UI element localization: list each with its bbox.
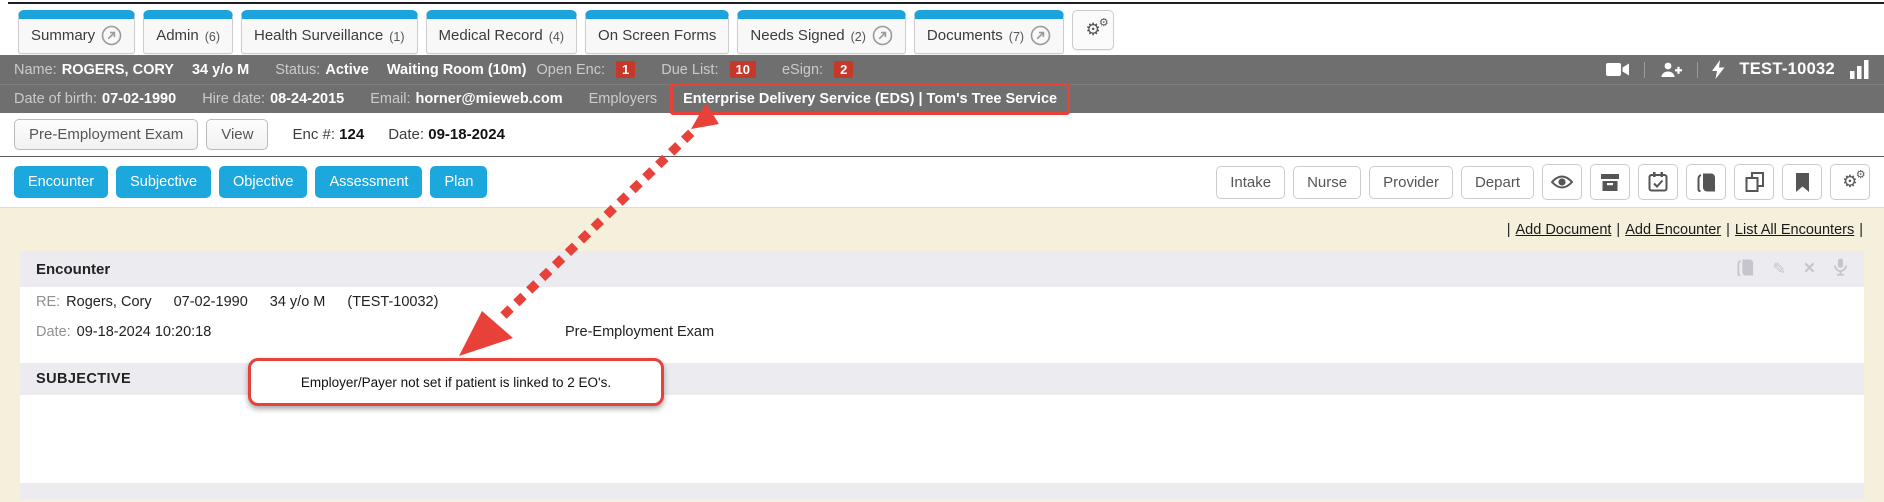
tab-admin[interactable]: Admin(6) bbox=[143, 10, 233, 54]
section-button-objective[interactable]: Objective bbox=[219, 166, 307, 198]
encounter-strip: Pre-Employment Exam View Enc #: 124 Date… bbox=[0, 113, 1884, 157]
preview-eye-button[interactable] bbox=[1542, 164, 1582, 200]
chart-content-area: |Add Document|Add Encounter|List All Enc… bbox=[0, 207, 1884, 502]
open-enc-badge[interactable]: 1 bbox=[616, 61, 635, 78]
calendar-check-icon bbox=[1648, 172, 1668, 192]
stage-button-depart[interactable]: Depart bbox=[1461, 166, 1534, 199]
patient-status: Active bbox=[325, 62, 369, 78]
hire-date-label: Hire date: bbox=[202, 91, 265, 107]
archive-box-icon bbox=[1600, 173, 1620, 192]
encounter-re-row: RE: Rogers, Cory 07-02-1990 34 y/o M (TE… bbox=[20, 287, 1864, 317]
email-value: horner@mieweb.com bbox=[416, 91, 563, 107]
esign-label: eSign: bbox=[782, 62, 823, 78]
employers-value[interactable]: Enterprise Delivery Service (EDS) | Tom'… bbox=[683, 91, 1057, 107]
section-button-encounter[interactable]: Encounter bbox=[14, 166, 108, 198]
stage-button-nurse[interactable]: Nurse bbox=[1293, 166, 1361, 199]
re-patient-name: Rogers, Cory bbox=[66, 294, 151, 310]
add-contact-icon[interactable] bbox=[1659, 61, 1683, 79]
gear-icon: ⚙⚙ bbox=[1842, 174, 1857, 191]
visit-type: Pre-Employment Exam bbox=[565, 324, 714, 340]
name-label: Name: bbox=[14, 62, 57, 78]
next-section-band bbox=[20, 483, 1864, 499]
re-age-sex: 34 y/o M bbox=[270, 294, 326, 310]
video-camera-icon[interactable] bbox=[1606, 61, 1630, 78]
encounter-panel-header: Encounter ✎ × bbox=[20, 251, 1864, 287]
dob-value: 07-02-1990 bbox=[102, 91, 176, 107]
employers-label: Employers bbox=[589, 91, 658, 107]
microphone-icon[interactable] bbox=[1833, 258, 1848, 280]
patient-name: ROGERS, CORY bbox=[62, 62, 174, 78]
patient-age-sex: 34 y/o M bbox=[192, 62, 249, 78]
section-button-plan[interactable]: Plan bbox=[430, 166, 487, 198]
date-label: Date: bbox=[36, 324, 71, 340]
action-links: |Add Document|Add Encounter|List All Enc… bbox=[0, 208, 1884, 238]
schedule-button[interactable] bbox=[1638, 164, 1678, 200]
book-icon bbox=[1697, 173, 1716, 192]
tab-on-screen-forms[interactable]: On Screen Forms bbox=[585, 10, 729, 54]
subjective-section-body bbox=[20, 395, 1864, 483]
section-button-assessment[interactable]: Assessment bbox=[315, 166, 422, 198]
gear-icon: ⚙⚙ bbox=[1085, 22, 1100, 39]
waiting-room-status: Waiting Room (10m) bbox=[387, 62, 527, 78]
view-document-icon[interactable] bbox=[1737, 259, 1754, 280]
bar-chart-icon[interactable] bbox=[1849, 60, 1870, 79]
due-list-badge[interactable]: 10 bbox=[730, 61, 756, 78]
email-label: Email: bbox=[370, 91, 410, 107]
encounter-number: Enc #: 124 bbox=[292, 126, 364, 143]
tab-needs-signed[interactable]: Needs Signed(2) bbox=[737, 10, 906, 54]
patient-summary-bar: Name: ROGERS, CORY 34 y/o M Status: Acti… bbox=[0, 55, 1884, 84]
tab-health-surveillance[interactable]: Health Surveillance(1) bbox=[241, 10, 418, 54]
section-nav: EncounterSubjectiveObjectiveAssessmentPl… bbox=[14, 166, 487, 198]
bookmark-button[interactable] bbox=[1782, 164, 1822, 200]
section-button-subjective[interactable]: Subjective bbox=[116, 166, 211, 198]
archive-button[interactable] bbox=[1590, 164, 1630, 200]
stage-button-intake[interactable]: Intake bbox=[1216, 166, 1285, 199]
stage-nav: IntakeNurseProviderDepart bbox=[1216, 166, 1534, 199]
re-chart-id: (TEST-10032) bbox=[347, 294, 438, 310]
popout-icon bbox=[101, 25, 122, 46]
tab-summary[interactable]: Summary bbox=[18, 10, 135, 54]
stage-button-provider[interactable]: Provider bbox=[1369, 166, 1453, 199]
divider bbox=[1644, 62, 1645, 78]
lightning-icon[interactable] bbox=[1712, 60, 1725, 79]
tab-documents[interactable]: Documents(7) bbox=[914, 10, 1064, 54]
link-add-encounter[interactable]: Add Encounter bbox=[1625, 222, 1721, 238]
view-button[interactable]: View bbox=[206, 119, 268, 150]
popout-icon bbox=[872, 25, 893, 46]
annotation-callout: Employer/Payer not set if patient is lin… bbox=[248, 358, 664, 406]
divider bbox=[1697, 62, 1698, 78]
encounter-datetime: 09-18-2024 10:20:18 bbox=[77, 324, 212, 340]
copy-button[interactable] bbox=[1734, 164, 1774, 200]
re-label: RE: bbox=[36, 294, 60, 310]
chart-tab-strip: SummaryAdmin(6)Health Surveillance(1)Med… bbox=[18, 10, 1064, 54]
due-list-label: Due List: bbox=[661, 62, 718, 78]
encounter-date-row: Date: 09-18-2024 10:20:18 Pre-Employment… bbox=[20, 317, 1864, 347]
chart-id: TEST-10032 bbox=[1739, 60, 1835, 79]
link-add-document[interactable]: Add Document bbox=[1516, 222, 1612, 238]
popout-icon bbox=[1030, 25, 1051, 46]
tab-medical-record[interactable]: Medical Record(4) bbox=[426, 10, 578, 54]
eye-icon bbox=[1551, 174, 1573, 190]
re-dob: 07-02-1990 bbox=[174, 294, 248, 310]
encounter-type-button[interactable]: Pre-Employment Exam bbox=[14, 119, 198, 150]
chart-notes-button[interactable] bbox=[1686, 164, 1726, 200]
employers-value-highlight: Enterprise Delivery Service (EDS) | Tom'… bbox=[670, 83, 1070, 115]
esign-badge[interactable]: 2 bbox=[834, 61, 853, 78]
encounter-date: Date: 09-18-2024 bbox=[388, 126, 505, 143]
bookmark-icon bbox=[1795, 173, 1810, 192]
hire-date-value: 08-24-2015 bbox=[270, 91, 344, 107]
encounter-toolbar: EncounterSubjectiveObjectiveAssessmentPl… bbox=[0, 157, 1884, 207]
chart-tab-bar: SummaryAdmin(6)Health Surveillance(1)Med… bbox=[0, 4, 1884, 55]
panel-title: Encounter bbox=[36, 261, 110, 278]
link-list-all-encounters[interactable]: List All Encounters bbox=[1735, 222, 1854, 238]
copy-pages-icon bbox=[1745, 172, 1764, 192]
demographics-bar: Date of birth: 07-02-1990 Hire date: 08-… bbox=[0, 84, 1884, 113]
encounter-settings-button[interactable]: ⚙⚙ bbox=[1830, 164, 1870, 200]
open-enc-label: Open Enc: bbox=[537, 62, 606, 78]
dob-label: Date of birth: bbox=[14, 91, 97, 107]
status-label: Status: bbox=[275, 62, 320, 78]
tab-settings-button[interactable]: ⚙⚙ bbox=[1072, 10, 1114, 50]
